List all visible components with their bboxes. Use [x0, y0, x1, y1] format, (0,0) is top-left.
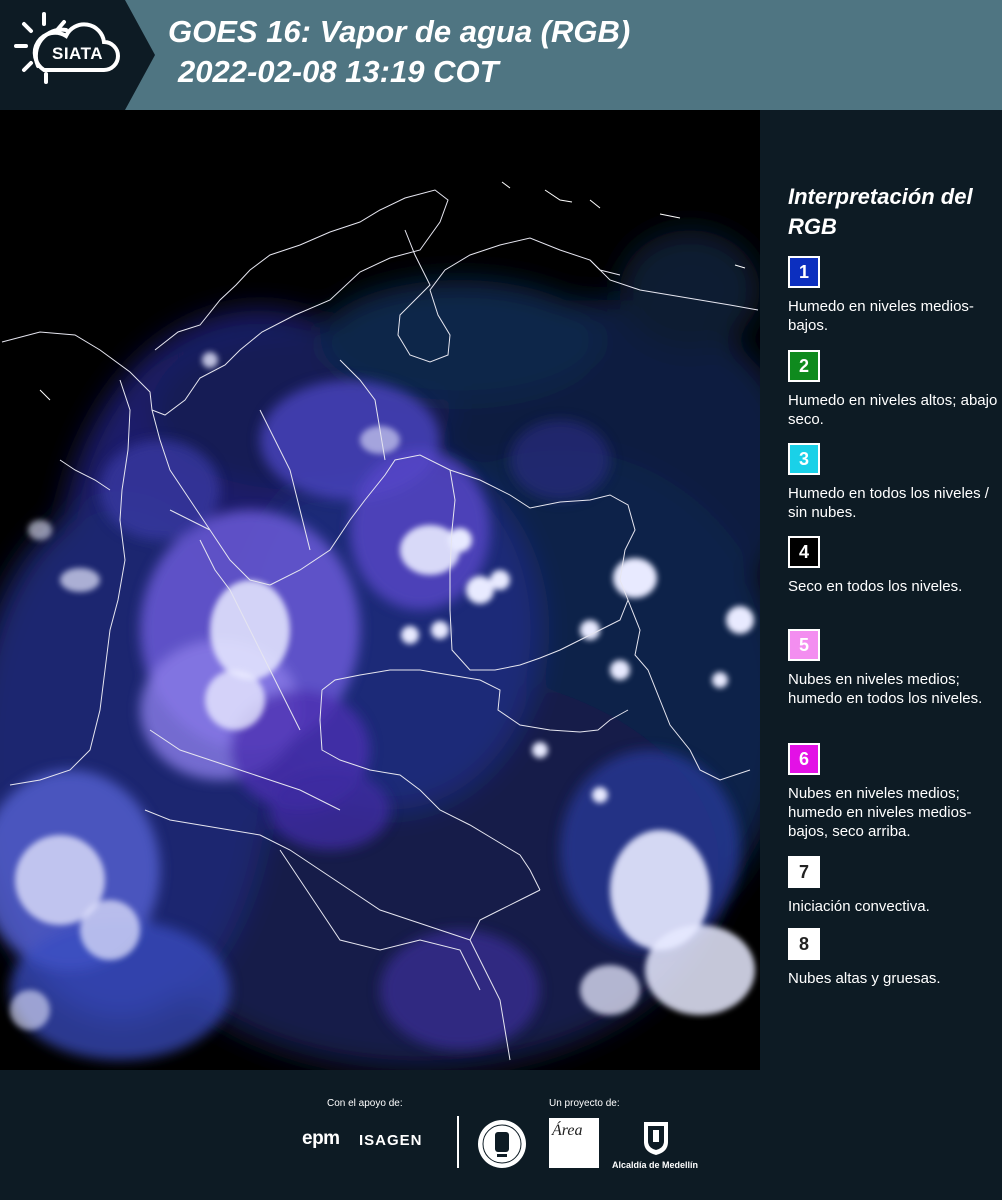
- legend-swatch: 2: [788, 350, 820, 382]
- footer: Con el apoyo de: Un proyecto de: epm ISA…: [0, 1070, 1002, 1200]
- siata-logo: SIATA: [0, 0, 155, 110]
- legend-item-4: 4 Seco en todos los niveles.: [788, 536, 1000, 596]
- page-title: GOES 16: Vapor de agua (RGB): [168, 14, 631, 49]
- legend-item-2: 2 Humedo en niveles altos; abajo seco.: [788, 350, 1000, 429]
- epm-logo: epm: [302, 1128, 340, 1149]
- legend-swatch: 3: [788, 443, 820, 475]
- alcaldia-text: Alcaldía de Medellín: [612, 1160, 699, 1170]
- legend-swatch: 6: [788, 743, 820, 775]
- legend-label: Iniciación convectiva.: [788, 898, 930, 915]
- legend-item-1: 1 Humedo en niveles medios-bajos.: [788, 256, 1000, 335]
- legend-item-8: 8 Nubes altas y gruesas.: [788, 928, 1000, 988]
- legend-label: Humedo en niveles altos; abajo seco.: [788, 392, 998, 428]
- legend-item-6: 6 Nubes en niveles medios; humedo en niv…: [788, 743, 1000, 841]
- legend-swatch: 8: [788, 928, 820, 960]
- footer-divider: [457, 1116, 459, 1168]
- logo-text: SIATA: [52, 44, 103, 63]
- page-timestamp: 2022-02-08 13:19 COT: [178, 54, 499, 89]
- legend-label: Humedo en todos los niveles / sin nubes.: [788, 485, 989, 521]
- area-metropolitana-text: Área: [552, 1122, 583, 1139]
- legend-item-5: 5 Nubes en niveles medios; humedo en tod…: [788, 629, 1000, 708]
- seal-icon: [478, 1120, 526, 1168]
- legend-swatch: 1: [788, 256, 820, 288]
- support-label: Con el apoyo de:: [327, 1098, 403, 1109]
- legend-label: Nubes en niveles medios; humedo en nivel…: [788, 785, 972, 840]
- legend-title: Interpretación del RGB: [788, 184, 973, 239]
- legend-item-7: 7 Iniciación convectiva.: [788, 856, 1000, 916]
- isagen-logo: ISAGEN: [359, 1132, 423, 1149]
- legend-label: Nubes altas y gruesas.: [788, 970, 941, 987]
- alcaldia-crest-icon: [644, 1122, 668, 1155]
- legend-item-3: 3 Humedo en todos los niveles / sin nube…: [788, 443, 1000, 522]
- satellite-image: [0, 110, 760, 1070]
- legend-label: Humedo en niveles medios-bajos.: [788, 298, 974, 334]
- legend-label: Seco en todos los niveles.: [788, 578, 963, 595]
- legend-swatch: 5: [788, 629, 820, 661]
- header-bar: SIATA GOES 16: Vapor de agua (RGB) 2022-…: [0, 0, 1002, 110]
- legend-panel: Interpretación del RGB 1 Humedo en nivel…: [760, 110, 1002, 1070]
- legend-label: Nubes en niveles medios; humedo en todos…: [788, 671, 983, 707]
- legend-swatch: 4: [788, 536, 820, 568]
- legend-swatch: 7: [788, 856, 820, 888]
- project-label: Un proyecto de:: [549, 1098, 620, 1109]
- satellite-map[interactable]: [0, 110, 760, 1070]
